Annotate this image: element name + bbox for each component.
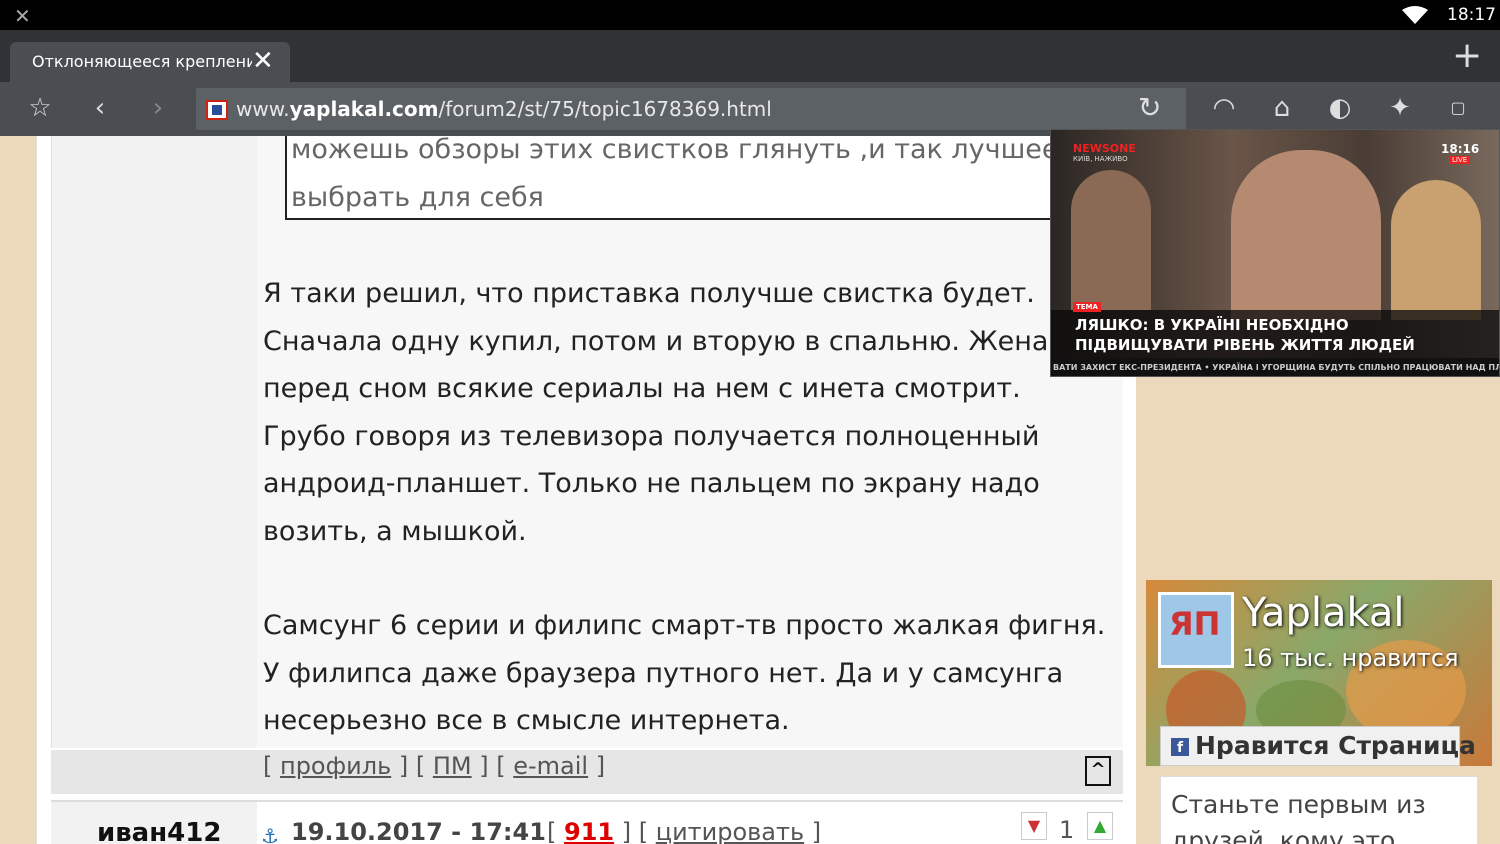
close-icon[interactable]: ✕ [14,4,31,28]
text-line: Грубо говоря из телевизора получается по… [263,420,1040,452]
speed-dial-icon[interactable]: ◠ [1206,90,1242,126]
home-icon[interactable]: ⌂ [1264,90,1300,126]
post-meta: [ 911 ] [ цитировать ] [547,818,822,844]
profile-link[interactable]: профиль [280,752,391,780]
forum-content: можешь обзоры этих свистков глянуть ,и т… [36,136,1136,844]
topic-tag: ТЕМА [1073,302,1101,312]
quote-line: выбрать для себя [291,182,544,213]
extensions-puzzle-icon[interactable]: ✦ [1382,90,1418,126]
fb-friends-box: Станьте первым из друзей, кому это [1160,776,1478,844]
facebook-page-widget: ЯП Yaplakal 16 тыс. нравится f Нравится … [1146,580,1492,844]
post-rating: ▼ 1 ▲ [1021,810,1121,844]
post-paragraph-1: Я таки решил, что приставка получше свис… [263,270,1103,555]
wifi-icon [1402,6,1428,24]
post-footer-links: [ профиль ] [ ПМ ] [ e-mail ] [263,752,606,780]
back-icon[interactable]: ‹ [82,90,118,126]
channel-subtitle: КИЇВ, НАЖИВО [1073,155,1128,163]
news-ticker: ВАТИ ЗАХИСТ ЕКС-ПРЕЗИДЕНТА • УКРАЇНА І У… [1051,358,1499,376]
tab-close-icon[interactable]: ✕ [252,46,274,76]
text-line: несерьезно все в смысле интернета. [263,705,790,736]
fb-friends-text: Станьте первым из друзей, кому это [1171,790,1426,844]
headline-line: ЛЯШКО: В УКРАЇНІ НЕОБХІДНО [1075,316,1349,334]
clock: 18:17 [1447,5,1496,25]
thumbs-up-icon[interactable]: ▲ [1087,812,1113,840]
new-tab-icon[interactable]: + [1452,36,1482,76]
site-favicon-icon [206,100,228,120]
email-link[interactable]: e-mail [513,752,588,780]
text-line: андроид-планшет. Только не пальцем по эк… [263,468,1040,499]
scroll-to-top-button[interactable]: ^ [1085,756,1111,786]
pm-link[interactable]: ПМ [433,752,472,780]
post-date: 19.10.2017 - 17:41 [291,818,546,844]
floating-video-player[interactable]: NEWSONE КИЇВ, НАЖИВО 18:16 LIVE ЛЯШКО: В… [1050,129,1500,377]
text-line: перед сном всякие сериалы на нем с инета… [263,373,1021,404]
thumbs-down-icon[interactable]: ▼ [1021,812,1047,840]
fb-cover-image: ЯП Yaplakal 16 тыс. нравится f Нравится … [1146,580,1492,766]
quote-line: можешь обзоры этих свистков глянуть ,и т… [291,136,1059,165]
rating-count: 1 [1059,816,1075,844]
browser-toolbar: ☆ ‹ › www.yaplakal.com/forum2/st/75/topi… [0,82,1500,136]
video-time: 18:16 [1441,142,1480,156]
tab-strip: Отклоняющееся креплени… ✕ + [0,30,1500,82]
reload-icon[interactable]: ↻ [1138,91,1161,124]
post-number-link[interactable]: 911 [564,818,614,844]
yaplakal-logo[interactable]: ЯП [1158,592,1234,668]
quote-block: можешь обзоры этих свистков глянуть ,и т… [285,136,1065,220]
quote-link[interactable]: цитировать [656,818,804,844]
ad-block-icon[interactable]: ◐ [1322,90,1358,126]
tab-title: Отклоняющееся креплени… [32,52,252,71]
video-headline: ЛЯШКО: В УКРАЇНІ НЕОБХІДНО ПІДВИЩУВАТИ Р… [1051,310,1499,358]
text-line: Сначала одну купил, потом и вторую в спа… [263,325,1049,357]
next-post-author-column: иван412 [51,802,257,844]
url-text[interactable]: www.yaplakal.com/forum2/st/75/topic16783… [236,97,772,121]
post-paragraph-2: Самсунг 6 серии и филипс смарт-тв просто… [263,602,1123,745]
post-author[interactable]: иван412 [97,818,221,844]
browser-tab[interactable]: Отклоняющееся креплени… ✕ [10,42,290,82]
forward-icon[interactable]: › [140,90,176,126]
headline-line: ПІДВИЩУВАТИ РІВЕНЬ ЖИТТЯ ЛЮДЕЙ [1075,336,1415,354]
status-bar: ✕ 18:17 [0,0,1500,30]
text-line: возить, а мышкой. [263,515,527,547]
text-line: У филипса даже браузера путного нет. Да … [263,657,1064,689]
address-bar[interactable]: www.yaplakal.com/forum2/st/75/topic16783… [196,88,1186,130]
bookmark-star-icon[interactable]: ☆ [22,90,58,126]
fb-like-button-label: Нравится Страница [1195,731,1476,760]
post-footer: [ профиль ] [ ПМ ] [ e-mail ] ^ [51,750,1123,794]
text-line: Самсунг 6 серии и филипс смарт-тв просто… [263,610,1106,641]
live-badge: LIVE [1449,156,1471,164]
text-line: Я таки решил, что приставка получше свис… [263,278,1035,309]
post-author-column [51,136,257,748]
fb-page-name[interactable]: Yaplakal [1242,590,1405,636]
fb-like-page-button[interactable]: f Нравится Страница [1160,726,1476,766]
anchor-icon[interactable]: ⚓ [261,824,279,844]
fb-like-count: 16 тыс. нравится [1242,644,1459,672]
tab-count-icon[interactable]: ▢ [1440,90,1476,126]
next-post-header: иван412 ⚓ 19.10.2017 - 17:41 [ 911 ] [ ц… [51,800,1123,844]
channel-logo: NEWSONE [1073,142,1136,155]
facebook-icon: f [1171,738,1189,756]
